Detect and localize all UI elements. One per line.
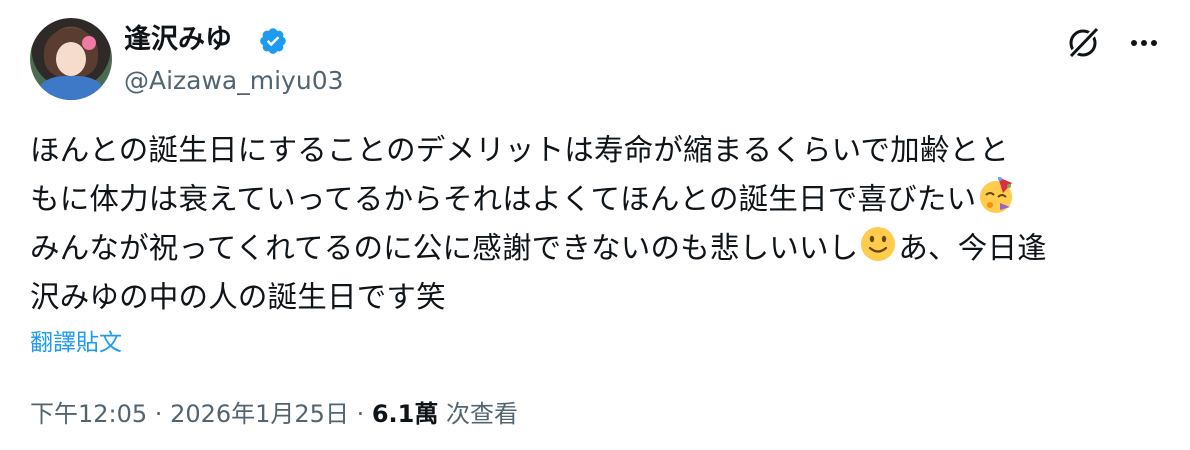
tweet-line-text: もに体力は衰えていってるからそれはよくてほんとの誕生日で喜びたい bbox=[30, 182, 977, 216]
tweet-meta: 下午12:05 · 2026年1月25日 · 6.1萬 次查看 bbox=[30, 398, 518, 430]
tweet-line: 沢みゆの中の人の誕生日です笑 bbox=[30, 280, 446, 314]
slightly-smiling-face-emoji bbox=[861, 227, 896, 261]
translate-post-link[interactable]: 翻譯貼文 bbox=[30, 328, 122, 358]
tweet-date[interactable]: 2026年1月25日 bbox=[170, 400, 349, 428]
grok-icon[interactable] bbox=[1064, 22, 1104, 62]
display-name[interactable]: 逢沢みゆ bbox=[124, 24, 232, 56]
avatar-body bbox=[38, 76, 104, 100]
views-label: 次查看 bbox=[438, 400, 518, 428]
avatar-flower bbox=[82, 36, 96, 50]
tweet-line-text: みんなが祝ってくれてるのに公に感謝できないのも悲しいいし bbox=[30, 231, 859, 265]
user-handle[interactable]: @Aizawa_miyu03 bbox=[124, 66, 344, 96]
meta-separator: · bbox=[147, 400, 171, 428]
more-options-icon[interactable] bbox=[1124, 28, 1164, 58]
tweet-time[interactable]: 下午12:05 bbox=[30, 400, 147, 428]
tweet-line-with-emoji: みんなが祝ってくれてるのに公に感謝できないのも悲しいいし あ、今日逢 bbox=[30, 224, 1170, 273]
avatar[interactable] bbox=[30, 18, 112, 100]
tweet-line-text: あ、今日逢 bbox=[898, 231, 1047, 265]
avatar-face bbox=[56, 42, 86, 76]
tweet-text: ほんとの誕生日にすることのデメリットは寿命が縮まるくらいで加齢とと もに体力は衰… bbox=[30, 126, 1170, 322]
verified-badge-icon[interactable] bbox=[258, 26, 288, 56]
meta-separator: · bbox=[348, 400, 372, 428]
tweet-line-with-emoji: もに体力は衰えていってるからそれはよくてほんとの誕生日で喜びたい bbox=[30, 175, 1170, 224]
view-count: 6.1萬 bbox=[371, 400, 439, 428]
partying-face-emoji bbox=[980, 177, 1013, 213]
tweet-line: ほんとの誕生日にすることのデメリットは寿命が縮まるくらいで加齢とと bbox=[30, 133, 1009, 167]
